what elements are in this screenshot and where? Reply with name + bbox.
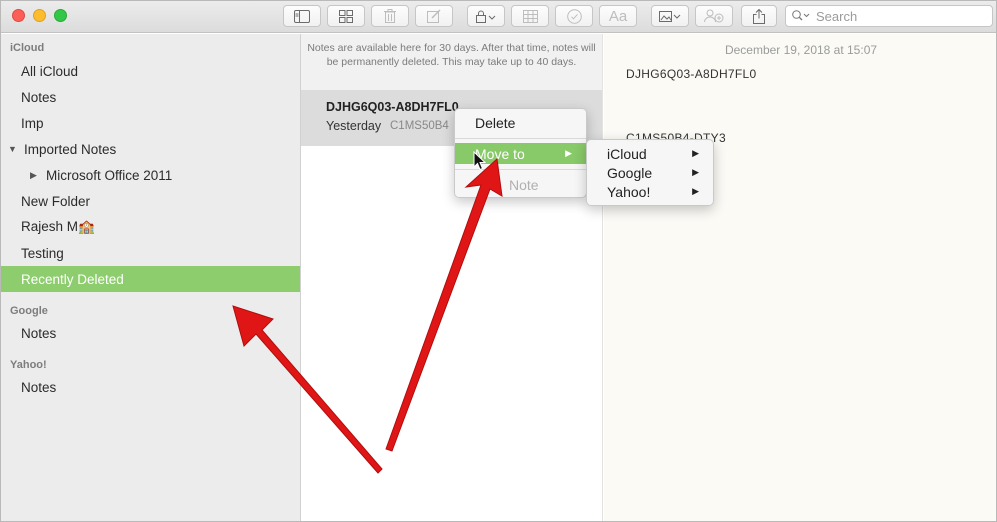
menu-item-label: Google [607, 164, 653, 181]
sidebar: iCloud All iCloud Notes Imp ▼ Imported N… [1, 34, 301, 521]
gallery-view-button[interactable] [327, 5, 365, 27]
add-people-icon [704, 9, 724, 23]
submenu-item-google[interactable]: Google ▶ [587, 162, 713, 183]
menu-item-move-to[interactable]: Move to ▶ [455, 143, 586, 164]
menu-separator [455, 138, 586, 139]
disclosure-expanded-icon[interactable]: ▼ [8, 144, 18, 154]
sidebar-item-label: Rajesh M🏫 [21, 219, 95, 234]
menu-item-new-note[interactable]: Note [455, 174, 586, 195]
media-icon [659, 10, 681, 23]
close-window-button[interactable] [12, 9, 25, 22]
notes-window: Aa Search iCloud All iCloud Notes Imp ▼ … [0, 0, 997, 522]
sidebar-item-testing[interactable]: Testing [1, 240, 300, 266]
sidebar-toggle-button[interactable] [283, 5, 321, 27]
delete-note-button[interactable] [371, 5, 409, 27]
menu-item-label: Yahoo! [607, 183, 651, 200]
menu-item-label: iCloud [607, 145, 647, 162]
note-timestamp: December 19, 2018 at 15:07 [724, 43, 878, 57]
menu-separator [455, 169, 586, 170]
media-button[interactable] [651, 5, 689, 27]
checklist-button[interactable] [555, 5, 593, 27]
trash-icon [384, 9, 396, 23]
sidebar-header-icloud: iCloud [10, 42, 45, 54]
note-snippet: C1MS50B4 [390, 120, 449, 132]
menu-item-label: Note [509, 176, 539, 193]
search-field[interactable]: Search [785, 5, 993, 27]
sidebar-item-label: Notes [21, 89, 57, 105]
toolbar: Aa Search [1, 1, 996, 33]
sidebar-item-imp[interactable]: Imp [1, 110, 300, 136]
gallery-icon [339, 9, 353, 23]
move-to-submenu: iCloud ▶ Google ▶ Yahoo! ▶ [586, 139, 714, 206]
note-body-line: DJHG6Q03-A8DH7FL0 [626, 67, 757, 81]
submenu-item-yahoo[interactable]: Yahoo! ▶ [587, 181, 713, 202]
format-button[interactable]: Aa [599, 5, 637, 27]
sidebar-item-new-folder[interactable]: New Folder [1, 188, 300, 214]
share-button[interactable] [741, 5, 777, 27]
sidebar-item-label: Imp [21, 115, 44, 131]
sidebar-item-label: New Folder [21, 193, 91, 209]
share-icon [753, 8, 765, 24]
sidebar-item-google-notes[interactable]: Notes [1, 320, 300, 346]
menu-item-label: Delete [475, 114, 516, 131]
search-placeholder: Search [816, 8, 858, 24]
sidebar-header-google: Google [10, 305, 48, 317]
submenu-arrow-icon: ▶ [692, 148, 699, 158]
add-people-button[interactable] [695, 5, 733, 27]
submenu-item-icloud[interactable]: iCloud ▶ [587, 143, 713, 164]
sidebar-item-notes[interactable]: Notes [1, 84, 300, 110]
context-menu: Delete Move to ▶ Note [454, 108, 587, 198]
sidebar-item-label: Microsoft Office 2011 [46, 167, 173, 183]
sidebar-item-label: Notes [21, 325, 57, 341]
submenu-arrow-icon: ▶ [692, 167, 699, 177]
menu-item-label: Move to [475, 145, 525, 162]
sidebar-item-label: Imported Notes [24, 141, 117, 157]
table-icon [522, 9, 538, 23]
sidebar-item-label: Testing [21, 245, 64, 261]
zoom-window-button[interactable] [54, 9, 67, 22]
sidebar-header-yahoo: Yahoo! [10, 359, 47, 371]
note-title: DJHG6Q03-A8DH7FL0 [326, 100, 459, 114]
sidebar-item-label: Recently Deleted [21, 271, 124, 287]
compose-button[interactable] [415, 5, 453, 27]
menu-item-delete[interactable]: Delete [455, 112, 586, 133]
table-button[interactable] [511, 5, 549, 27]
lock-menu-button[interactable] [467, 5, 505, 27]
sidebar-item-label: All iCloud [21, 63, 79, 79]
sidebar-item-rajesh-m[interactable]: Rajesh M🏫 [1, 214, 300, 240]
sidebar-toggle-icon [294, 9, 310, 23]
compose-icon [427, 9, 441, 23]
disclosure-collapsed-icon[interactable]: ▶ [30, 170, 40, 181]
lock-icon [476, 10, 496, 23]
note-editor[interactable]: December 19, 2018 at 15:07 DJHG6Q03-A8DH… [604, 34, 996, 521]
note-date: Yesterday [326, 119, 382, 133]
submenu-arrow-icon: ▶ [565, 148, 572, 158]
checklist-icon [566, 8, 582, 24]
sidebar-item-microsoft-office-2011[interactable]: ▶ Microsoft Office 2011 [1, 162, 300, 188]
sidebar-item-all-icloud[interactable]: All iCloud [1, 58, 300, 84]
recently-deleted-notice: Notes are available here for 30 days. Af… [301, 34, 602, 90]
search-icon [792, 10, 812, 22]
sidebar-item-label: Notes [21, 379, 57, 395]
sidebar-item-recently-deleted[interactable]: Recently Deleted [1, 266, 300, 292]
submenu-arrow-icon: ▶ [692, 186, 699, 196]
sidebar-item-imported-notes[interactable]: ▼ Imported Notes [1, 136, 300, 162]
minimize-window-button[interactable] [33, 9, 46, 22]
sidebar-item-yahoo-notes[interactable]: Notes [1, 374, 300, 400]
format-label: Aa [608, 7, 628, 25]
